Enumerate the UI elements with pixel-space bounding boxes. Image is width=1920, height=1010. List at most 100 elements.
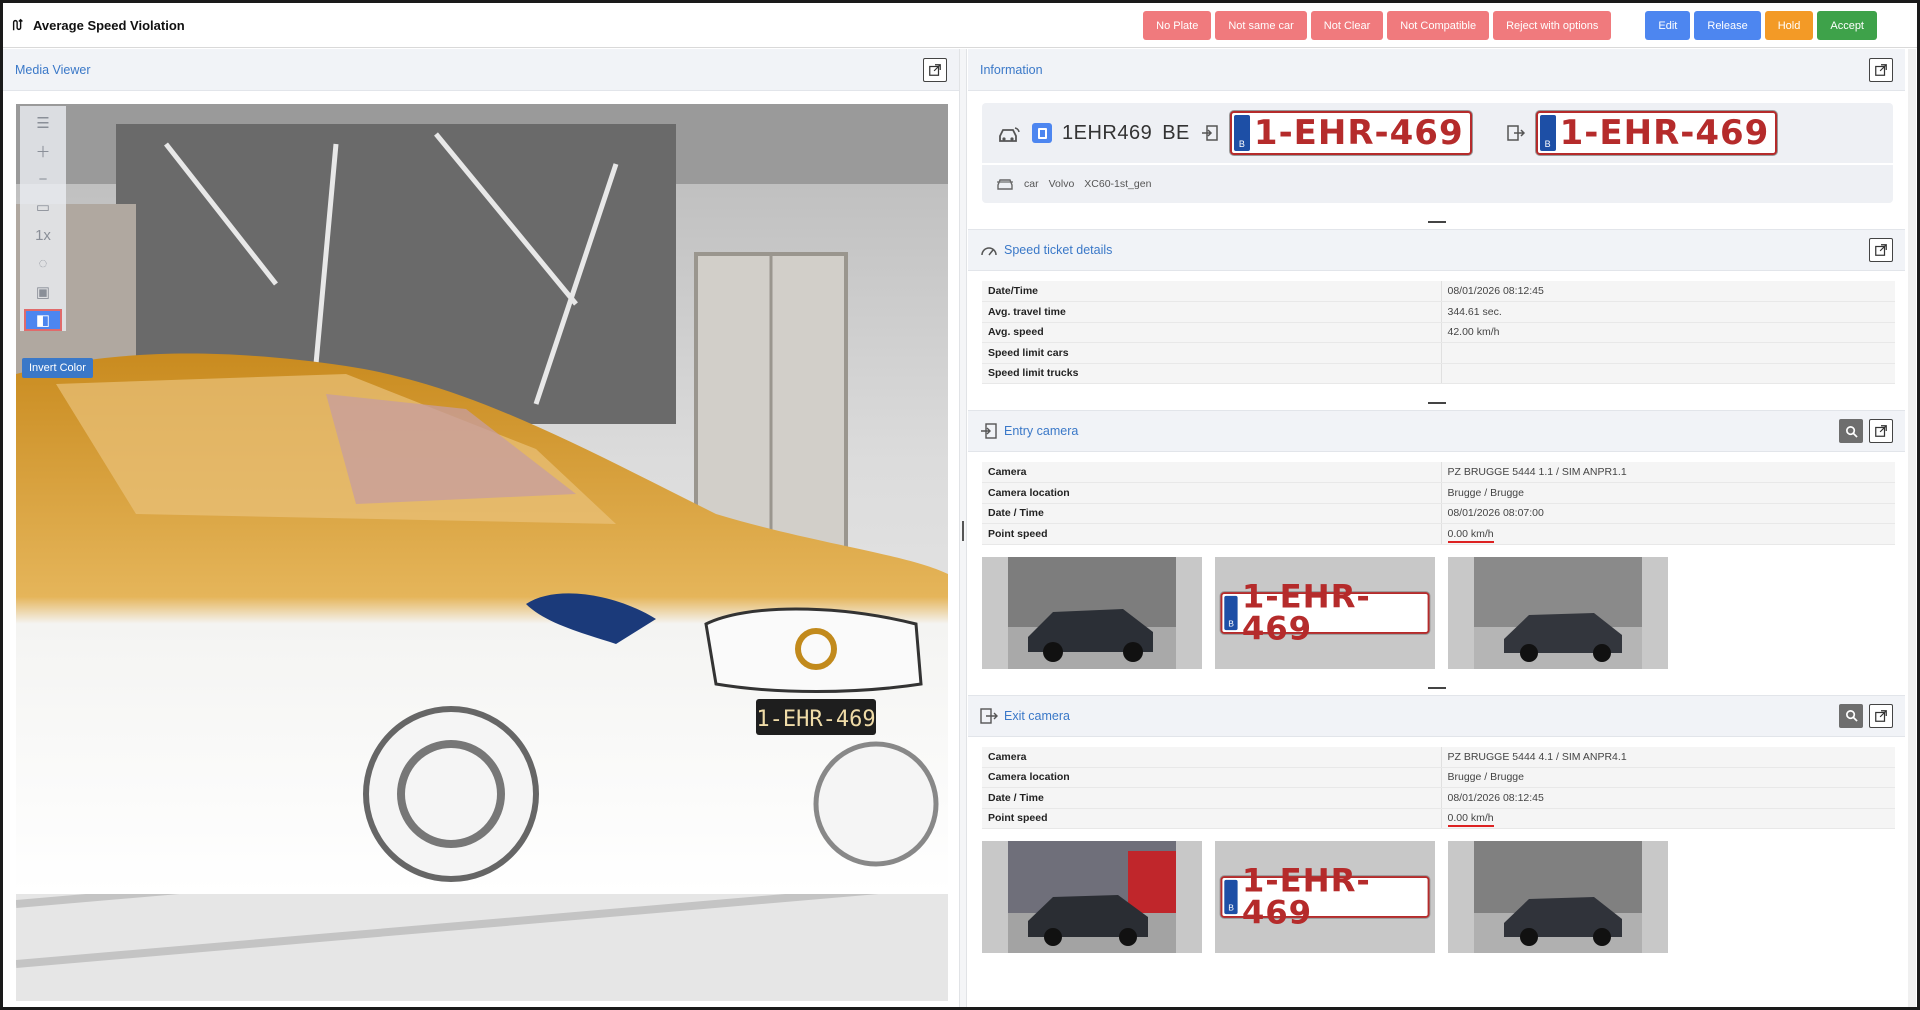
- not-clear-button[interactable]: Not Clear: [1310, 11, 1384, 40]
- exit-thumbnails: B 1-EHR-469: [982, 841, 1905, 953]
- table-row: Camera PZ BRUGGE 5444 1.1 / SIM ANPR1.1: [982, 462, 1895, 483]
- exit-context-thumbnail[interactable]: [1448, 841, 1668, 953]
- entry-thumbnails: B 1-EHR-469: [982, 556, 1905, 669]
- car-photo: [1008, 556, 1176, 669]
- invert-color-tooltip: Invert Color: [22, 358, 93, 378]
- plate-country: BE: [1162, 121, 1190, 144]
- speed-ticket-header: Speed ticket details: [968, 229, 1905, 271]
- table-row: Camera location Brugge / Brugge: [982, 767, 1895, 788]
- crop-icon[interactable]: ▣: [24, 280, 62, 302]
- exit-camera-section: Exit camera Camera PZ BRUGGE 5444 4.1 / S…: [968, 694, 1905, 953]
- entry-camera-table: Camera PZ BRUGGE 5444 1.1 / SIM ANPR1.1 C…: [982, 462, 1895, 545]
- table-row: Avg. speed 42.00 km/h: [982, 322, 1895, 343]
- adjustments-icon[interactable]: ☰: [24, 112, 62, 134]
- not-compatible-button[interactable]: Not Compatible: [1387, 11, 1490, 40]
- not-same-car-button[interactable]: Not same car: [1215, 11, 1307, 40]
- accept-button[interactable]: Accept: [1817, 11, 1877, 40]
- vehicle-row: car Volvo XC60-1st_gen: [982, 163, 1893, 203]
- zoom-out-icon[interactable]: −: [24, 168, 62, 190]
- speed-ticket-section: Speed ticket details Date/Time 08/01/2026…: [968, 229, 1905, 384]
- photo-plate-text: 1-EHR-469: [756, 707, 875, 732]
- table-row: Camera PZ BRUGGE 5444 4.1 / SIM ANPR4.1: [982, 746, 1895, 768]
- action-buttons: No Plate Not same car Not Clear Not Comp…: [1143, 11, 1877, 40]
- fit-screen-icon[interactable]: ▭: [24, 196, 62, 218]
- table-row: Speed limit cars: [982, 342, 1895, 364]
- exit-plate-image[interactable]: B 1-EHR-469: [1535, 111, 1778, 155]
- table-row: Camera location Brugge / Brugge: [982, 482, 1895, 504]
- zoom-level[interactable]: 1x: [24, 224, 62, 246]
- external-link-icon: [1875, 709, 1887, 722]
- invert-color-icon[interactable]: ◧: [24, 308, 62, 331]
- entry-camera-section: Entry camera Camera PZ BRUGGE 5444 1.1 / …: [968, 410, 1905, 669]
- exit-overview-thumbnail[interactable]: [982, 841, 1202, 953]
- exit-camera-title: Exit camera: [1004, 708, 1070, 723]
- release-button[interactable]: Release: [1694, 11, 1761, 40]
- table-row: Point speed 0.00 km/h: [982, 523, 1895, 545]
- entry-camera-title: Entry camera: [1004, 424, 1079, 438]
- table-row: Avg. travel time 344.61 sec.: [982, 301, 1895, 323]
- car-photo: [1008, 841, 1176, 953]
- top-bar: Average Speed Violation No Plate Not sam…: [3, 3, 1917, 48]
- exit-icon: [980, 707, 998, 724]
- details-scrollbar[interactable]: [1908, 49, 1916, 1007]
- exit-camera-table: Camera PZ BRUGGE 5444 4.1 / SIM ANPR4.1 C…: [982, 746, 1895, 830]
- brightness-icon[interactable]: ◌: [24, 252, 62, 274]
- entry-overview-thumbnail[interactable]: [982, 556, 1202, 669]
- speed-ticket-open-button[interactable]: [1869, 238, 1893, 262]
- vehicle-icon: [997, 179, 1013, 190]
- speedometer-icon: [981, 247, 997, 256]
- plate-row: 1EHR469 BE B 1-EHR-469 B 1-EHR-469: [982, 103, 1893, 163]
- section-separator[interactable]: [968, 215, 1905, 229]
- speed-ticket-table: Date/Time 08/01/2026 08:12:45 Avg. travel…: [982, 281, 1895, 384]
- table-row: Speed limit trucks: [982, 363, 1895, 384]
- entry-plate-image[interactable]: B 1-EHR-469: [1229, 111, 1472, 155]
- table-row: Point speed 0.00 km/h: [982, 808, 1895, 829]
- exit-icon: [1506, 125, 1525, 141]
- entry-search-button[interactable]: [1839, 419, 1863, 443]
- media-viewer-title: Media Viewer: [15, 62, 91, 77]
- table-row: Date / Time 08/01/2026 08:12:45: [982, 787, 1895, 809]
- section-separator[interactable]: [968, 681, 1905, 695]
- panel-resize-handle[interactable]: [959, 49, 967, 1007]
- plate-badge-icon: [1032, 123, 1052, 143]
- entry-open-button[interactable]: [1869, 419, 1893, 443]
- no-plate-button[interactable]: No Plate: [1143, 11, 1212, 40]
- table-row: Date/Time 08/01/2026 08:12:45: [982, 281, 1895, 302]
- search-icon: [1845, 425, 1858, 438]
- media-image[interactable]: 1-EHR-469: [16, 104, 948, 1001]
- information-box: 1EHR469 BE B 1-EHR-469 B 1-EHR-469 car V…: [982, 103, 1893, 203]
- media-viewer-panel: Media Viewer 1-EHR-469 ☰ ＋ − ▭ 1x ◌ ▣ ◧ …: [3, 49, 959, 1007]
- open-external-button[interactable]: [923, 57, 947, 82]
- external-link-icon: [1875, 63, 1887, 76]
- reject-with-options-button[interactable]: Reject with options: [1493, 11, 1612, 40]
- entry-plate-thumbnail[interactable]: B 1-EHR-469: [1215, 556, 1435, 669]
- external-link-icon: [1875, 425, 1887, 437]
- exit-search-button[interactable]: [1839, 703, 1863, 728]
- exit-open-button[interactable]: [1869, 703, 1893, 728]
- entry-icon: [1201, 125, 1218, 141]
- app-title: Average Speed Violation: [3, 18, 185, 33]
- details-panel: Information 1EHR469 BE B 1-EHR-469 B 1-E…: [968, 49, 1905, 1007]
- information-open-button[interactable]: [1869, 57, 1893, 82]
- eu-flag-icon: B: [1539, 115, 1556, 151]
- zoom-in-icon[interactable]: ＋: [24, 140, 62, 162]
- eu-flag-icon: B: [1233, 115, 1250, 151]
- car-photo: [1474, 841, 1642, 953]
- car-radar-icon: [999, 127, 1020, 142]
- media-viewer-header: Media Viewer: [3, 49, 959, 91]
- vehicle-make: Volvo: [1048, 178, 1075, 190]
- car-photo: [1474, 556, 1642, 669]
- plate-number: 1EHR469: [1062, 121, 1153, 144]
- external-link-icon: [929, 63, 941, 76]
- entry-icon: [981, 423, 997, 439]
- section-separator[interactable]: [968, 396, 1905, 410]
- hold-button[interactable]: Hold: [1764, 11, 1814, 40]
- edit-button[interactable]: Edit: [1645, 11, 1691, 40]
- app-title-text: Average Speed Violation: [33, 17, 185, 33]
- exit-plate-thumbnail[interactable]: B 1-EHR-469: [1215, 841, 1435, 953]
- exit-camera-header: Exit camera: [968, 694, 1905, 737]
- search-icon: [1845, 710, 1858, 722]
- entry-camera-header: Entry camera: [968, 410, 1905, 452]
- vehicle-photo-inverted: 1-EHR-469: [16, 104, 948, 1001]
- entry-context-thumbnail[interactable]: [1448, 556, 1668, 669]
